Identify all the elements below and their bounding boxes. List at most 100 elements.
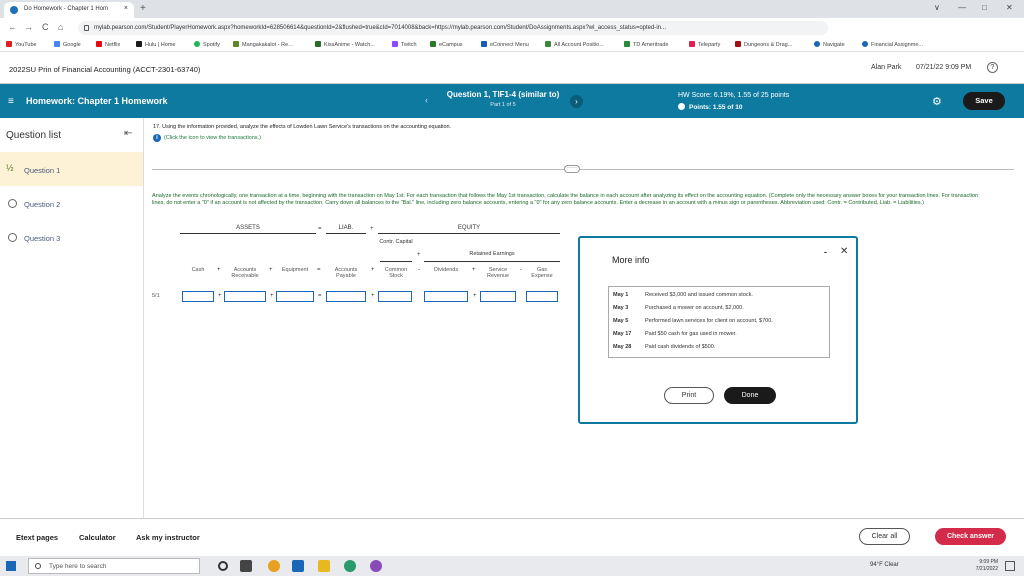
youtube-icon [6, 41, 12, 47]
info-icon[interactable]: i [153, 134, 161, 142]
windows-start-icon[interactable] [6, 561, 16, 571]
new-tab-button[interactable]: + [140, 3, 146, 14]
bookmark-item[interactable]: Dungeons & Drag... [735, 41, 792, 48]
ask-instructor-link[interactable]: Ask my instructor [136, 533, 200, 542]
clear-all-button[interactable]: Clear all [859, 528, 910, 545]
minimize-button[interactable]: — [958, 3, 966, 12]
chrome-icon[interactable] [268, 560, 280, 572]
view-transactions-link[interactable]: (Click the icon to view the transactions… [164, 135, 261, 141]
service-revenue-input[interactable] [480, 291, 516, 302]
accounts-receivable-input[interactable] [224, 291, 266, 302]
done-button[interactable]: Done [724, 387, 776, 404]
notification-icon[interactable] [1005, 561, 1015, 571]
transaction-text: Paid cash dividends of $500. [645, 344, 716, 350]
menu-icon[interactable]: ≡ [8, 96, 14, 107]
mail-icon[interactable] [292, 560, 304, 572]
next-question-button[interactable]: › [570, 95, 583, 108]
course-bar: 2022SU Prin of Financial Accounting (ACC… [0, 52, 1024, 84]
question-label: Question 3 [24, 234, 61, 243]
column-header-common-stock: Common Stock [384, 267, 408, 279]
cash-input[interactable] [182, 291, 214, 302]
footer-bar: Etext pages Calculator Ask my instructor… [0, 518, 1024, 556]
save-button[interactable]: Save [963, 92, 1005, 110]
bookmark-item[interactable]: Spotify [194, 41, 220, 48]
clock-date: 7/21/2022 [975, 565, 998, 572]
collapse-sidebar-icon[interactable]: ⇤ [124, 128, 132, 139]
previous-question-button[interactable]: ‹ [425, 95, 428, 105]
minimize-dialog-button[interactable]: - [824, 247, 827, 257]
url-field[interactable]: mylab.pearson.com/Student/PlayerHomework… [78, 21, 828, 35]
plus-sign: + [218, 293, 222, 299]
lock-icon [84, 25, 89, 31]
gas-expense-input[interactable] [526, 291, 558, 302]
edge-icon[interactable] [344, 560, 356, 572]
taskbar-search-input[interactable]: Type here to search [28, 558, 200, 574]
forward-button[interactable]: → [24, 22, 33, 32]
gear-icon[interactable]: ⚙ [932, 95, 942, 108]
reload-button[interactable]: C [42, 22, 49, 32]
bookmark-item[interactable]: Twitch [392, 41, 417, 48]
equals-sign: = [318, 293, 322, 299]
bookmark-item[interactable]: YouTube [6, 41, 37, 48]
transaction-text: Received $3,000 and issued common stock. [645, 292, 753, 298]
tab-close-icon[interactable]: × [124, 5, 128, 12]
app-icon[interactable] [370, 560, 382, 572]
bookmark-item[interactable]: eConnect Menu [481, 41, 529, 48]
navigate-icon [814, 41, 820, 47]
account-icon [545, 41, 551, 47]
plus-sign: + [370, 226, 374, 232]
plus-sign: + [417, 252, 421, 258]
expand-dots-button[interactable]: ····· [564, 165, 580, 173]
task-view-icon[interactable] [240, 560, 252, 572]
retained-earnings-header: Retained Earnings [469, 251, 515, 257]
column-header-equipment: Equipment [281, 267, 309, 273]
column-header-accounts-receivable: Accounts Receivable [231, 267, 259, 279]
accounts-payable-input[interactable] [326, 291, 366, 302]
equipment-input[interactable] [276, 291, 314, 302]
etext-pages-link[interactable]: Etext pages [16, 533, 58, 542]
bookmark-item[interactable]: KissAnime - Watch... [315, 41, 375, 48]
question-list-item[interactable]: Question 2 [0, 186, 143, 220]
bookmark-item[interactable]: Navigate [814, 41, 845, 48]
divider [152, 169, 1014, 170]
print-button[interactable]: Print [664, 387, 714, 404]
question-part: Part 1 of 5 [490, 102, 516, 108]
assets-rule [180, 233, 316, 234]
search-icon [35, 563, 41, 569]
help-icon[interactable]: ? [987, 62, 998, 73]
bookmark-item[interactable]: Google [54, 41, 81, 48]
browser-tab[interactable]: Do Homework - Chapter 1 Hom × [4, 2, 134, 18]
question-label: Question 1 [24, 166, 61, 175]
system-clock[interactable]: 9:09 PM 7/21/2022 [962, 559, 998, 572]
check-answer-button[interactable]: Check answer [935, 528, 1006, 545]
spotify-icon [194, 41, 200, 47]
bookmark-item[interactable]: TD Ameritrade [624, 41, 668, 48]
calculator-link[interactable]: Calculator [79, 533, 116, 542]
file-explorer-icon[interactable] [318, 560, 330, 572]
equals-sign: = [317, 267, 321, 273]
dividends-input[interactable] [424, 291, 468, 302]
question-instruction: 17. Using the information provided, anal… [153, 124, 452, 130]
bookmark-item[interactable]: Mangakakalot - Re... [233, 41, 293, 48]
back-button[interactable]: ← [8, 22, 17, 32]
question-list-item[interactable]: Question 3 [0, 220, 143, 254]
home-button[interactable]: ⌂ [58, 22, 63, 32]
column-header-dividends: Dividends [433, 267, 459, 273]
common-stock-input[interactable] [378, 291, 412, 302]
close-window-button[interactable]: ✕ [1006, 3, 1013, 12]
restore-button[interactable]: □ [982, 3, 987, 12]
bookmark-item[interactable]: Teleparty [689, 41, 720, 48]
tab-search-icon[interactable]: ∨ [934, 3, 940, 12]
bookmark-item[interactable]: eCampus [430, 41, 463, 48]
date-time: 07/21/22 9:09 PM [916, 64, 972, 71]
bookmark-item[interactable]: Hulu | Home [136, 41, 175, 48]
question-list-item[interactable]: ½ Question 1 [0, 152, 143, 186]
cortana-icon[interactable] [218, 561, 228, 571]
close-dialog-button[interactable]: ✕ [840, 246, 848, 257]
bookmark-item[interactable]: Financial Assignme... [862, 41, 923, 48]
browser-tab-bar: Do Homework - Chapter 1 Hom × + ∨ — □ ✕ [0, 0, 1024, 18]
bookmark-item[interactable]: All Account Positio... [545, 41, 604, 48]
transaction-date: May 5 [613, 318, 629, 324]
weather-widget[interactable]: 94°F Clear [870, 562, 899, 568]
bookmark-item[interactable]: Netflix [96, 41, 120, 48]
